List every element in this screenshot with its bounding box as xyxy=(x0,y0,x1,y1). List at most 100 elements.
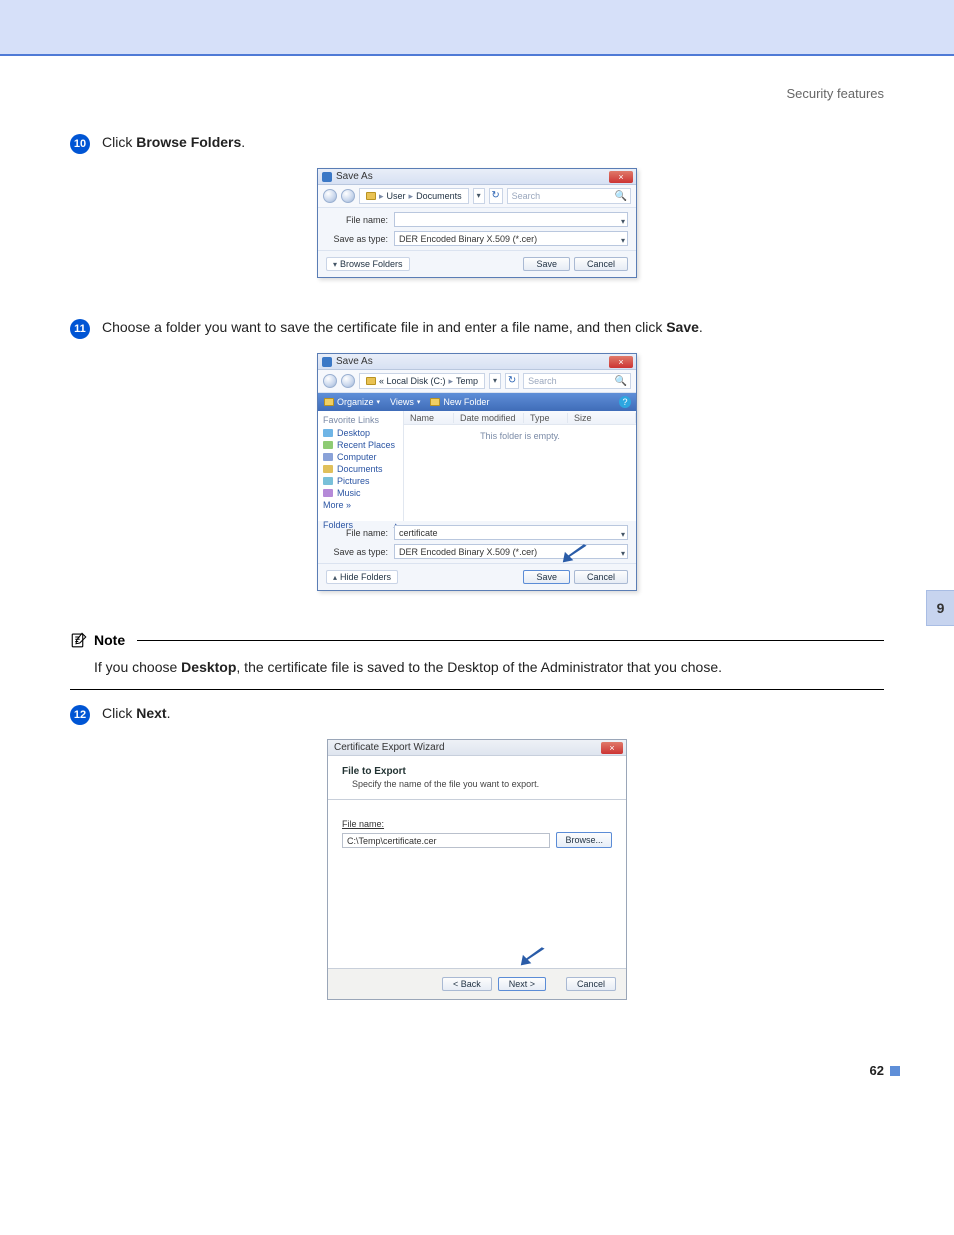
favorite-links-panel: Favorite Links Desktop Recent Places Com… xyxy=(318,411,404,521)
step-text: Choose a folder you want to save the cer… xyxy=(102,318,703,338)
savetype-row: Save as type: DER Encoded Binary X.509 (… xyxy=(318,544,636,563)
dialog-bottom: ▴ Hide Folders Save Cancel xyxy=(318,563,636,590)
browse-folders-button[interactable]: ▾ Browse Folders xyxy=(326,257,410,271)
screenshot-1-wrap: Save As × ▸ User ▸ Documents ▾ ↻ Search … xyxy=(70,168,884,278)
sidebar-item-desktop[interactable]: Desktop xyxy=(323,428,398,438)
search-input[interactable]: Search 🔍 xyxy=(507,188,631,204)
sidebar-item-computer[interactable]: Computer xyxy=(323,452,398,462)
back-button[interactable] xyxy=(323,189,337,203)
chevron-down-icon: ▾ xyxy=(333,260,337,269)
step-number-badge: 10 xyxy=(70,134,90,154)
dropdown-icon[interactable]: ▾ xyxy=(621,527,625,542)
dialog-bottom: ▾ Browse Folders Save Cancel xyxy=(318,250,636,277)
help-icon[interactable]: ? xyxy=(619,396,631,408)
note-rule xyxy=(137,640,884,641)
column-headers: Name Date modified Type Size xyxy=(404,411,636,425)
breadcrumb-temp: Temp xyxy=(456,376,478,386)
sidebar-item-music[interactable]: Music xyxy=(323,488,398,498)
step-text-pre: Choose a folder you want to save the cer… xyxy=(102,319,666,335)
sidebar-item-recent[interactable]: Recent Places xyxy=(323,440,398,450)
breadcrumb[interactable]: ▸ User ▸ Documents xyxy=(359,188,469,204)
screenshot-3-wrap: Certificate Export Wizard × File to Expo… xyxy=(70,739,884,1000)
views-menu[interactable]: Views ▾ xyxy=(390,397,420,407)
nav-row: ▸ User ▸ Documents ▾ ↻ Search 🔍 xyxy=(318,185,636,208)
titlebar: Certificate Export Wizard × xyxy=(328,740,626,756)
new-folder-button[interactable]: New Folder xyxy=(430,397,489,407)
step-number-badge: 11 xyxy=(70,319,90,339)
step-text-bold: Save xyxy=(666,319,699,335)
search-icon: 🔍 xyxy=(615,191,627,202)
organize-menu[interactable]: Organize ▾ xyxy=(324,397,380,407)
breadcrumb-dropdown-icon[interactable]: ▾ xyxy=(489,373,501,389)
wizard-subheading: Specify the name of the file you want to… xyxy=(352,779,612,789)
forward-button[interactable] xyxy=(341,374,355,388)
search-input[interactable]: Search 🔍 xyxy=(523,373,631,389)
step-text: Click Next. xyxy=(102,704,170,724)
sidebar-item-label: Recent Places xyxy=(337,440,395,450)
close-icon[interactable]: × xyxy=(601,742,623,754)
crumb-sep-icon: ▸ xyxy=(409,191,414,202)
close-icon[interactable]: × xyxy=(609,356,633,368)
close-icon[interactable]: × xyxy=(609,171,633,183)
next-button[interactable]: Next > xyxy=(498,977,546,991)
refresh-icon[interactable]: ↻ xyxy=(505,373,519,389)
cancel-button[interactable]: Cancel xyxy=(574,570,628,584)
chevron-down-icon: ▾ xyxy=(377,398,381,406)
filename-label: File name: xyxy=(326,215,388,225)
step-10: 10 Click Browse Folders. xyxy=(70,133,884,154)
filename-field[interactable]: C:\Temp\certificate.cer xyxy=(342,833,550,848)
col-name[interactable]: Name xyxy=(404,413,454,423)
sidebar-item-pictures[interactable]: Pictures xyxy=(323,476,398,486)
refresh-icon[interactable]: ↻ xyxy=(489,188,503,204)
dropdown-icon[interactable]: ▾ xyxy=(621,546,625,561)
note-label: Note xyxy=(94,632,125,648)
wizard-footer: < Back Next > Cancel xyxy=(328,968,626,999)
filename-field[interactable]: ▾ xyxy=(394,212,628,227)
back-button[interactable]: < Back xyxy=(442,977,492,991)
filename-label: File name: xyxy=(326,528,388,538)
desktop-icon xyxy=(323,429,333,437)
views-label: Views xyxy=(390,397,414,407)
savetype-field[interactable]: DER Encoded Binary X.509 (*.cer) ▾ xyxy=(394,231,628,246)
sidebar-item-label: Documents xyxy=(337,464,383,474)
sidebar-item-more[interactable]: More » xyxy=(323,500,398,510)
save-button[interactable]: Save xyxy=(523,257,570,271)
step-text-post: . xyxy=(167,705,171,721)
sidebar-item-documents[interactable]: Documents xyxy=(323,464,398,474)
breadcrumb-disk: « Local Disk (C:) xyxy=(379,376,446,386)
save-as-dialog-collapsed: Save As × ▸ User ▸ Documents ▾ ↻ Search … xyxy=(317,168,637,278)
browse-button[interactable]: Browse... xyxy=(556,832,612,848)
savetype-row: Save as type: DER Encoded Binary X.509 (… xyxy=(318,231,636,250)
save-as-dialog-expanded: Save As × « Local Disk (C:) ▸ Temp ▾ ↻ S… xyxy=(317,353,637,591)
folder-icon xyxy=(324,398,334,406)
back-button[interactable] xyxy=(323,374,337,388)
hide-folders-button[interactable]: ▴ Hide Folders xyxy=(326,570,398,584)
save-button[interactable]: Save xyxy=(523,570,570,584)
search-icon: 🔍 xyxy=(615,376,627,387)
filename-field[interactable]: certificate ▾ xyxy=(394,525,628,540)
forward-button[interactable] xyxy=(341,189,355,203)
dropdown-icon[interactable]: ▾ xyxy=(621,214,625,229)
crumb-sep-icon: ▸ xyxy=(379,191,384,202)
search-placeholder: Search xyxy=(528,376,557,386)
col-type[interactable]: Type xyxy=(524,413,568,423)
page-number: 62 xyxy=(870,1063,884,1078)
cancel-button[interactable]: Cancel xyxy=(574,257,628,271)
col-size[interactable]: Size xyxy=(568,413,636,423)
chevron-down-icon: ▾ xyxy=(417,398,421,406)
col-date[interactable]: Date modified xyxy=(454,413,524,423)
filename-row: File name: ▾ xyxy=(318,208,636,231)
cancel-button[interactable]: Cancel xyxy=(566,977,616,991)
dropdown-icon[interactable]: ▾ xyxy=(621,233,625,248)
explorer-body: Favorite Links Desktop Recent Places Com… xyxy=(318,411,636,521)
favorite-links-header: Favorite Links xyxy=(323,415,398,425)
savetype-field[interactable]: DER Encoded Binary X.509 (*.cer) ▾ xyxy=(394,544,628,559)
organize-label: Organize xyxy=(337,397,374,407)
titlebar: Save As × xyxy=(318,169,636,185)
breadcrumb-documents: Documents xyxy=(416,191,462,201)
step-text-bold: Browse Folders xyxy=(136,134,241,150)
breadcrumb[interactable]: « Local Disk (C:) ▸ Temp xyxy=(359,373,485,389)
search-placeholder: Search xyxy=(512,191,541,201)
note-icon xyxy=(70,631,88,649)
breadcrumb-dropdown-icon[interactable]: ▾ xyxy=(473,188,485,204)
